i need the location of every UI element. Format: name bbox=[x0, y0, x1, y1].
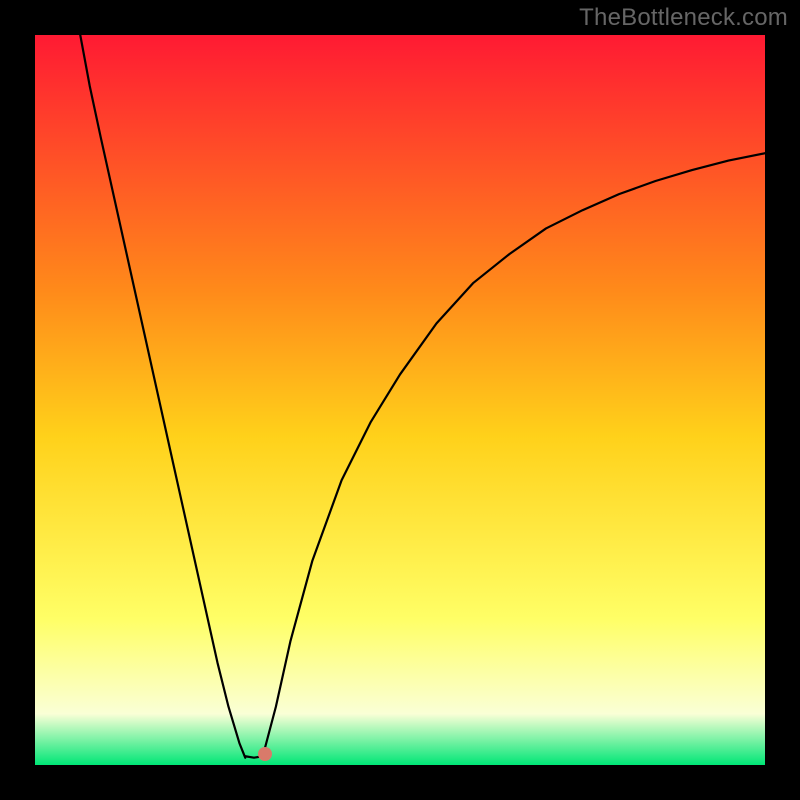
chart-container: TheBottleneck.com bbox=[0, 0, 800, 800]
plot-area bbox=[35, 35, 765, 765]
bottleneck-curve bbox=[35, 35, 765, 765]
minimum-marker bbox=[258, 747, 272, 761]
watermark-text: TheBottleneck.com bbox=[579, 4, 788, 32]
